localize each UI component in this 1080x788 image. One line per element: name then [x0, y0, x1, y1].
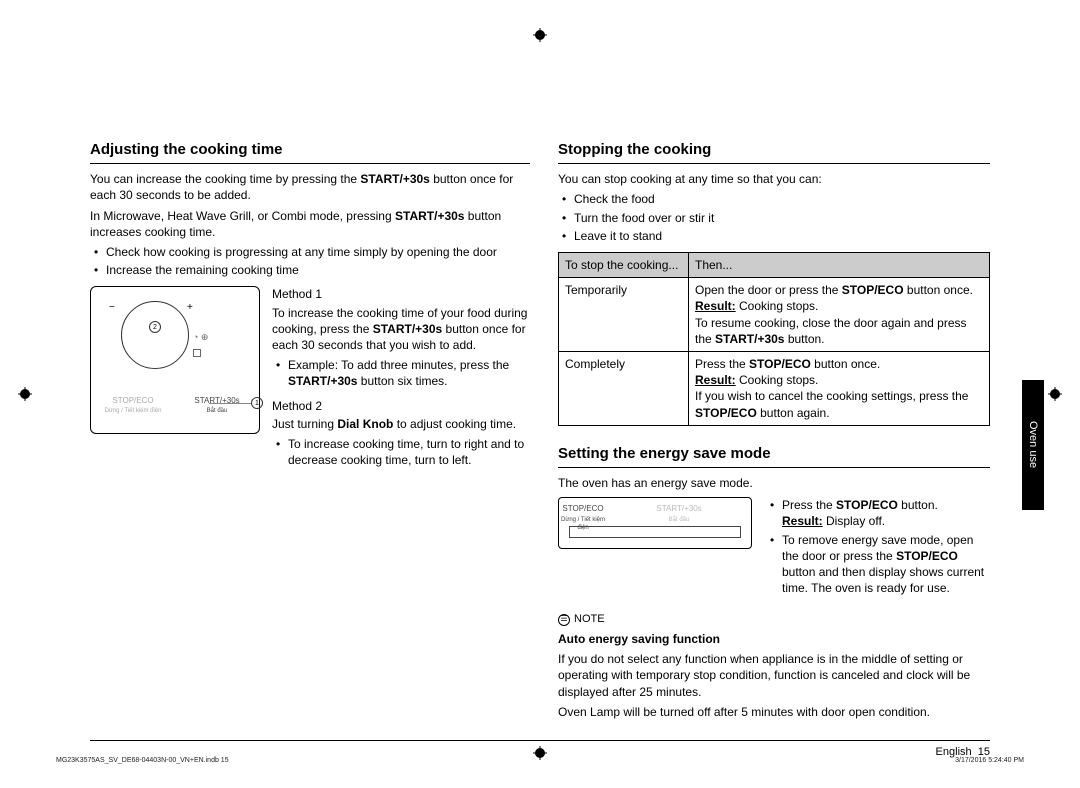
reg-mark-top — [533, 28, 547, 42]
start-label: START/+30s — [175, 396, 259, 407]
energy-b1: Press the STOP/ECO button. Result: Displ… — [766, 497, 990, 529]
td-temporarily: Temporarily — [559, 278, 689, 352]
stop-eco-sub: Dừng / Tiết kiệm điện — [91, 407, 175, 415]
energy-b2: To remove energy save mode, open the doo… — [766, 532, 990, 597]
footer-file: MG23K3575AS_SV_DE68-04403N-00_VN+EN.indb… — [56, 757, 229, 764]
footer-rule — [90, 740, 990, 741]
note-heading: ☰ NOTE — [558, 612, 990, 627]
display-bar-icon — [569, 526, 741, 538]
plus-icon: + — [187, 301, 193, 315]
method2-heading: Method 2 — [272, 398, 530, 414]
note-p1: If you do not select any function when a… — [558, 651, 990, 700]
stop-b1: Check the food — [558, 191, 990, 207]
side-tab: Oven use — [1022, 380, 1044, 510]
dial-icon — [121, 301, 189, 369]
method2-bullet: To increase cooking time, turn to right … — [272, 436, 530, 468]
control-panel-figure: − + 2 ◔ ⊕ STOP/ECO Dừng / Tiết kiệm điện… — [90, 286, 260, 434]
reg-mark-left — [18, 387, 32, 401]
efig-start-sub: Bắt đầu — [655, 516, 703, 524]
note-title: Auto energy saving function — [558, 631, 990, 647]
th-stop: To stop the cooking... — [559, 253, 689, 278]
callout-1: 1 — [251, 397, 263, 409]
note-p2: Oven Lamp will be turned off after 5 min… — [558, 704, 990, 720]
stop-b2: Turn the food over or stir it — [558, 210, 990, 226]
efig-start: START/+30s — [655, 504, 703, 515]
note-icon: ☰ — [558, 614, 570, 626]
stop-b3: Leave it to stand — [558, 228, 990, 244]
adj-bullet-2: Increase the remaining cooking time — [90, 262, 530, 278]
method2-text: Just turning Dial Knob to adjust cooking… — [272, 416, 530, 432]
energy-intro: The oven has an energy save mode. — [558, 475, 990, 491]
td-comp-steps: Press the STOP/ECO button once. Result: … — [689, 351, 990, 425]
heading-stopping: Stopping the cooking — [558, 140, 990, 164]
start-sub: Bắt đầu — [175, 407, 259, 415]
method1-example: Example: To add three minutes, press the… — [272, 357, 530, 389]
note-label: NOTE — [574, 612, 605, 627]
method1-text: To increase the cooking time of your foo… — [272, 305, 530, 354]
td-temp-steps: Open the door or press the STOP/ECO butt… — [689, 278, 990, 352]
method1-heading: Method 1 — [272, 286, 530, 302]
heading-energy: Setting the energy save mode — [558, 444, 990, 468]
th-then: Then... — [689, 253, 990, 278]
square-icon — [193, 349, 201, 357]
footer-date: 3/17/2016 5:24:40 PM — [955, 757, 1024, 764]
stop-intro: You can stop cooking at any time so that… — [558, 171, 990, 187]
leader-line-1 — [209, 403, 251, 404]
heading-adjusting: Adjusting the cooking time — [90, 140, 530, 164]
reg-mark-right — [1048, 387, 1062, 401]
adj-p1: You can increase the cooking time by pre… — [90, 171, 530, 203]
col-right: Stopping the cooking You can stop cookin… — [558, 140, 990, 724]
mode-icons: ◔ ⊕ — [193, 331, 208, 343]
adj-p2: In Microwave, Heat Wave Grill, or Combi … — [90, 208, 530, 240]
energy-figure: STOP/ECODừng / Tiết kiệm điện START/+30s… — [558, 497, 752, 549]
col-left: Adjusting the cooking time You can incre… — [90, 140, 530, 724]
side-tab-label: Oven use — [1027, 421, 1039, 468]
stop-eco-label: STOP/ECO — [91, 396, 175, 407]
efig-stop: STOP/ECO — [559, 504, 607, 515]
adj-bullet-1: Check how cooking is progressing at any … — [90, 244, 530, 260]
reg-mark-bottom — [533, 746, 547, 760]
stop-table: To stop the cooking... Then... Temporari… — [558, 252, 990, 426]
td-completely: Completely — [559, 351, 689, 425]
minus-icon: − — [109, 301, 115, 315]
